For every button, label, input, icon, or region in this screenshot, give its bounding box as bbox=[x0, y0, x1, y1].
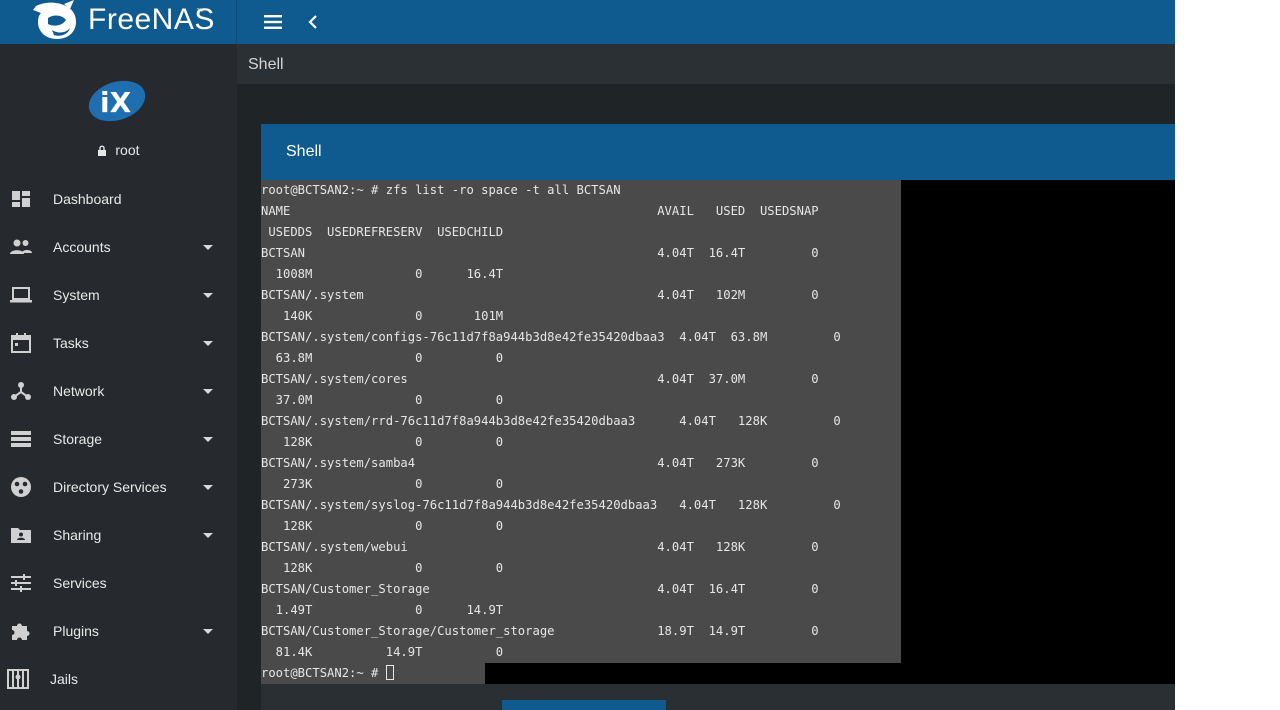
shell-card: Shell root@BCTSAN2:~ # zfs list -ro spac… bbox=[261, 124, 1175, 710]
username: root bbox=[115, 142, 140, 158]
sidebar-item-label: Directory Services bbox=[53, 479, 167, 495]
freenas-shark-logo-icon bbox=[33, 0, 76, 39]
lock-icon bbox=[98, 145, 107, 156]
sidebar-item-sharing[interactable]: Sharing bbox=[0, 511, 237, 559]
terminal-line: 81.4K 14.9T 0 bbox=[261, 645, 504, 659]
accounts-icon bbox=[10, 239, 32, 254]
freenas-app: FreeNAS ™ iX root Dashboard Accounts Sys… bbox=[0, 0, 1175, 710]
terminal-line: 1.49T 0 14.9T bbox=[261, 603, 504, 617]
sidebar-item-label: Dashboard bbox=[53, 191, 122, 207]
terminal-line: BCTSAN/.system/configs-76c11d7f8a944b3d8… bbox=[261, 330, 841, 344]
directory-services-icon bbox=[11, 477, 31, 497]
terminal-line: BCTSAN/.system/samba4 4.04T 273K 0 bbox=[261, 456, 819, 470]
sidebar-item-label: Plugins bbox=[53, 623, 99, 639]
hamburger-menu-icon[interactable] bbox=[262, 12, 284, 32]
user-info: root bbox=[0, 142, 237, 158]
terminal-line: 63.8M 0 0 bbox=[261, 351, 504, 365]
storage-icon bbox=[11, 431, 31, 447]
sidebar-item-label: Accounts bbox=[53, 239, 111, 255]
terminal-line: 128K 0 0 bbox=[261, 435, 504, 449]
terminal-line: 1008M 0 16.4T bbox=[261, 267, 504, 281]
svg-text:iX: iX bbox=[100, 86, 132, 119]
sidebar-item-tasks[interactable]: Tasks bbox=[0, 319, 237, 367]
sidebar-item-label: Tasks bbox=[53, 335, 89, 351]
sidebar-item-label: Services bbox=[53, 575, 107, 591]
chevron-down-icon[interactable] bbox=[203, 437, 213, 442]
sidebar-item-label: Network bbox=[53, 383, 105, 399]
terminal-line: BCTSAN 4.04T 16.4T 0 bbox=[261, 246, 819, 260]
terminal-line: BCTSAN/.system/syslog-76c11d7f8a944b3d8e… bbox=[261, 498, 841, 512]
laptop-icon bbox=[10, 287, 32, 303]
network-icon bbox=[11, 382, 31, 400]
chevron-down-icon[interactable] bbox=[203, 245, 213, 250]
terminal-prompt-line[interactable]: root@BCTSAN2:~ # bbox=[261, 663, 394, 684]
chevron-down-icon[interactable] bbox=[203, 533, 213, 538]
sidebar-item-plugins[interactable]: Plugins bbox=[0, 607, 237, 655]
card-title: Shell bbox=[286, 143, 322, 160]
sidebar-item-services[interactable]: Services bbox=[0, 559, 237, 607]
terminal-line: NAME AVAIL USED USEDSNAP bbox=[261, 204, 819, 218]
terminal-line: BCTSAN/.system/cores 4.04T 37.0M 0 bbox=[261, 372, 819, 386]
calendar-icon bbox=[11, 333, 31, 353]
chevron-down-icon[interactable] bbox=[203, 293, 213, 298]
puzzle-icon bbox=[12, 623, 30, 640]
sidebar-item-jails[interactable]: Jails bbox=[0, 655, 237, 703]
sidebar-item-storage[interactable]: Storage bbox=[0, 415, 237, 463]
terminal-output: root@BCTSAN2:~ # zfs list -ro space -t a… bbox=[261, 180, 1175, 663]
shared-folder-icon bbox=[11, 528, 31, 543]
terminal-line: USEDDS USEDREFRESERV USEDCHILD bbox=[261, 225, 504, 239]
sidebar-nav: Dashboard Accounts System Tasks Network … bbox=[0, 175, 237, 703]
top-bar: FreeNAS ™ bbox=[0, 0, 1175, 44]
terminal-cursor bbox=[385, 665, 394, 680]
sidebar-item-label: Jails bbox=[50, 671, 79, 687]
brand[interactable]: FreeNAS ™ bbox=[0, 0, 237, 44]
terminal-line: BCTSAN/.system 4.04T 102M 0 bbox=[261, 288, 819, 302]
sidebar-item-directory-services[interactable]: Directory Services bbox=[0, 463, 237, 511]
terminal-prompt: root@BCTSAN2:~ # bbox=[261, 666, 386, 680]
chevron-down-icon[interactable] bbox=[203, 341, 213, 346]
sidebar-item-system[interactable]: System bbox=[0, 271, 237, 319]
terminal-line: BCTSAN/.system/webui 4.04T 128K 0 bbox=[261, 540, 819, 554]
terminal-line: BCTSAN/Customer_Storage/Customer_storage… bbox=[261, 624, 819, 638]
page-header: Shell bbox=[237, 44, 1175, 84]
terminal[interactable]: root@BCTSAN2:~ # zfs list -ro space -t a… bbox=[261, 180, 1175, 684]
sidebar-item-accounts[interactable]: Accounts bbox=[0, 223, 237, 271]
trademark-symbol: ™ bbox=[196, 7, 204, 16]
page-title: Shell bbox=[248, 56, 284, 73]
terminal-line: 128K 0 0 bbox=[261, 519, 504, 533]
chevron-down-icon[interactable] bbox=[203, 389, 213, 394]
sidebar-item-label: Storage bbox=[53, 431, 103, 447]
dashboard-icon bbox=[12, 191, 30, 207]
sidebar-item-dashboard[interactable]: Dashboard bbox=[0, 175, 237, 223]
terminal-line: 37.0M 0 0 bbox=[261, 393, 504, 407]
chevron-down-icon[interactable] bbox=[203, 485, 213, 490]
terminal-line: BCTSAN/Customer_Storage 4.04T 16.4T 0 bbox=[261, 582, 819, 596]
shell-action-button[interactable] bbox=[502, 700, 666, 710]
main-content: Shell root@BCTSAN2:~ # zfs list -ro spac… bbox=[237, 84, 1175, 710]
chevron-down-icon[interactable] bbox=[203, 629, 213, 634]
sidebar: iX root Dashboard Accounts System Tasks … bbox=[0, 44, 237, 710]
terminal-line: 273K 0 0 bbox=[261, 477, 504, 491]
terminal-line: 140K 0 101M bbox=[261, 309, 504, 323]
sidebar-item-label: Sharing bbox=[53, 527, 102, 543]
sidebar-item-label: System bbox=[53, 287, 100, 303]
card-header: Shell bbox=[261, 124, 1175, 180]
jail-icon bbox=[7, 669, 29, 689]
terminal-line: root@BCTSAN2:~ # zfs list -ro space -t a… bbox=[261, 183, 621, 197]
terminal-line: BCTSAN/.system/rrd-76c11d7f8a944b3d8e42f… bbox=[261, 414, 841, 428]
terminal-line: 128K 0 0 bbox=[261, 561, 504, 575]
ix-logo-icon: iX bbox=[88, 80, 146, 122]
chevron-left-icon[interactable] bbox=[304, 12, 322, 32]
sliders-icon bbox=[11, 574, 31, 592]
sidebar-item-network[interactable]: Network bbox=[0, 367, 237, 415]
